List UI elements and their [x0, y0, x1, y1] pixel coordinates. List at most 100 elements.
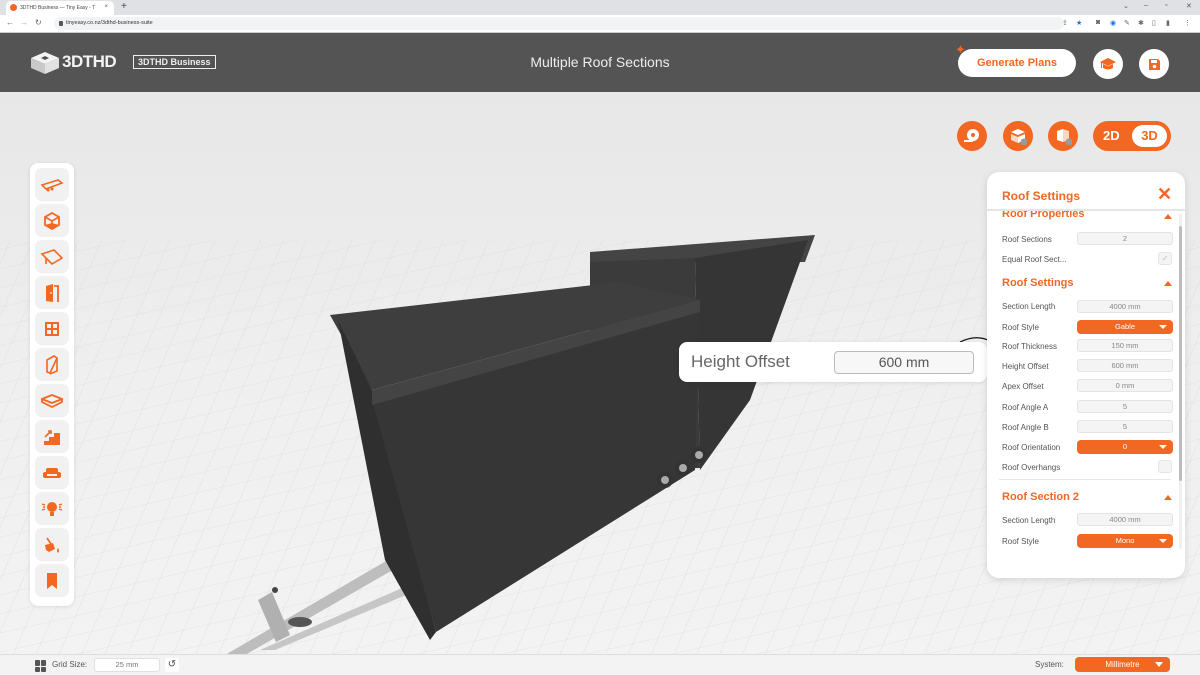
system-label: System: — [1035, 660, 1064, 669]
roof-icon — [40, 248, 64, 265]
paint-bucket-icon — [45, 537, 59, 553]
reload-icon[interactable]: ↻ — [35, 18, 42, 27]
graduation-cap-icon — [1100, 58, 1116, 70]
close-tab-icon[interactable]: × — [104, 4, 108, 10]
stairs-icon — [44, 429, 60, 445]
section-header-roof-section-2[interactable]: Roof Section 2 — [1002, 491, 1079, 503]
roof-sections-input[interactable]: 2 — [1077, 232, 1173, 245]
collapse-roof-section-2-icon[interactable] — [1164, 495, 1172, 500]
eyedropper-icon[interactable]: ✎ — [1124, 19, 1130, 27]
section-length-input[interactable]: 4000 mm — [1077, 300, 1173, 313]
view-mode-toggle[interactable]: 2D 3D — [1093, 121, 1171, 151]
collapse-roof-properties-icon[interactable] — [1164, 214, 1172, 219]
generate-plans-label: Generate Plans — [976, 57, 1058, 69]
corner-view-button[interactable] — [1048, 121, 1078, 151]
roof-angle-b-input[interactable]: 5 — [1077, 420, 1173, 433]
roof-style-select[interactable]: Gable — [1077, 320, 1173, 334]
roof-overhangs-checkbox[interactable] — [1158, 460, 1172, 473]
view-2d-option[interactable]: 2D — [1103, 128, 1120, 143]
minimize-icon[interactable]: – — [1144, 2, 1148, 9]
unit-system-select[interactable]: Millimetre — [1075, 657, 1170, 672]
equal-roof-sections-checkbox[interactable]: ✓ — [1158, 252, 1172, 265]
floppy-disk-icon — [1148, 58, 1160, 70]
height-offset-input[interactable]: 600 mm — [1077, 359, 1173, 372]
toolbar-item-lighting[interactable] — [35, 492, 69, 525]
floor-icon — [41, 393, 63, 408]
toolbar-item-windows[interactable] — [35, 312, 69, 345]
new-tab-button[interactable]: + — [121, 1, 127, 13]
toolbar-item-furniture[interactable] — [35, 456, 69, 489]
cube-icon — [44, 211, 60, 230]
browser-menu-icon[interactable]: ⋮ — [1184, 19, 1191, 27]
favicon-icon — [10, 4, 17, 11]
learn-button[interactable] — [1093, 49, 1123, 79]
section-view-button[interactable] — [1003, 121, 1033, 151]
sofa-icon — [43, 467, 61, 478]
sparkle-icon: ✦ — [955, 42, 966, 57]
tape-measure-icon — [964, 129, 979, 142]
generate-plans-button[interactable]: Generate Plans — [958, 49, 1076, 77]
roof-sections-label: Roof Sections — [1002, 235, 1052, 244]
url-input[interactable]: tinyeasy.co.nz/3dthd-business-suite — [54, 17, 1064, 30]
roof-orientation-value: 0 — [1122, 442, 1128, 451]
apex-offset-input[interactable]: 0 mm — [1077, 379, 1173, 392]
toolbar-item-trailer[interactable] — [35, 168, 69, 201]
chevron-down-icon — [1159, 325, 1167, 329]
tape-measure-button[interactable] — [957, 121, 987, 151]
extensions-puzzle-icon[interactable]: ✱ — [1138, 19, 1144, 27]
address-bar-row: ← → ↻ tinyeasy.co.nz/3dthd-business-suit… — [0, 15, 1200, 33]
window-close-icon[interactable]: ✕ — [1186, 2, 1192, 10]
roof-orientation-label: Roof Orientation — [1002, 443, 1061, 452]
tab-title: 3DTHD Business — Tiny Easy - T — [20, 5, 96, 11]
grid-size-input[interactable]: 25 mm — [94, 658, 160, 672]
panel-scrollbar-thumb[interactable] — [1179, 226, 1182, 481]
callout-value: 600 mm — [834, 351, 974, 374]
roof-overhangs-label: Roof Overhangs — [1002, 463, 1061, 472]
forward-icon[interactable]: → — [20, 18, 28, 27]
toolbar-item-roof[interactable] — [35, 240, 69, 273]
toolbar-item-shell[interactable] — [35, 204, 69, 237]
grid-size-label: Grid Size: — [52, 660, 88, 669]
section-length-label: Section Length — [1002, 302, 1056, 311]
section-divider — [999, 479, 1171, 480]
toolbar-item-doors[interactable] — [35, 276, 69, 309]
collapse-roof-settings-icon[interactable] — [1164, 281, 1172, 286]
browser-tab[interactable]: 3DTHD Business — Tiny Easy - T × — [6, 1, 114, 15]
profile-icon[interactable]: ▮ — [1166, 19, 1170, 27]
tab-search-icon[interactable]: ⌄ — [1123, 2, 1129, 10]
roof-angle-a-input[interactable]: 5 — [1077, 400, 1173, 413]
toolbar-item-paint[interactable] — [35, 528, 69, 561]
apex-offset-label: Apex Offset — [1002, 382, 1044, 391]
lightbulb-icon — [41, 501, 63, 516]
sidepanel-icon[interactable]: ▯ — [1152, 19, 1156, 27]
panel-title: Roof Settings — [1002, 189, 1080, 203]
share-icon[interactable]: ⇪ — [1062, 19, 1068, 27]
extension-blue-icon[interactable]: ◉ — [1110, 19, 1116, 27]
url-text: tinyeasy.co.nz/3dthd-business-suite — [66, 20, 153, 26]
section-2-roof-style-select[interactable]: Mono — [1077, 534, 1173, 548]
toolbar-item-walls[interactable] — [35, 348, 69, 381]
lock-icon — [59, 21, 63, 26]
section-header-roof-properties[interactable]: Roof Properties — [1002, 211, 1085, 220]
roof-thickness-input[interactable]: 150 mm — [1077, 339, 1173, 352]
trailer-icon — [40, 178, 64, 191]
save-button[interactable] — [1139, 49, 1169, 79]
reset-icon: ↺ — [167, 659, 177, 670]
roof-settings-panel: Roof Settings ✕ Roof Properties Roof Sec… — [987, 172, 1185, 578]
restore-icon[interactable]: ▫ — [1165, 2, 1167, 9]
section-2-length-input[interactable]: 4000 mm — [1077, 513, 1173, 526]
panel-scroll-area[interactable]: Roof Properties Roof Sections 2 Equal Ro… — [987, 211, 1185, 578]
bookmark-icon — [47, 572, 57, 589]
toolbar-item-bookmarks[interactable] — [35, 564, 69, 597]
toolbar-item-floor[interactable] — [35, 384, 69, 417]
close-panel-icon[interactable]: ✕ — [1157, 185, 1172, 203]
bookmark-star-icon[interactable]: ★ — [1076, 19, 1082, 27]
section-header-roof-settings[interactable]: Roof Settings — [1002, 277, 1074, 289]
roof-orientation-select[interactable]: 0 — [1077, 440, 1173, 454]
back-icon[interactable]: ← — [6, 18, 14, 27]
reset-grid-button[interactable]: ↺ — [165, 658, 179, 672]
view-3d-option[interactable]: 3D — [1132, 125, 1167, 147]
toolbar-item-stairs[interactable] — [35, 420, 69, 453]
height-offset-label: Height Offset — [1002, 362, 1049, 371]
camera-extension-icon[interactable]: ◙ — [1096, 19, 1100, 26]
